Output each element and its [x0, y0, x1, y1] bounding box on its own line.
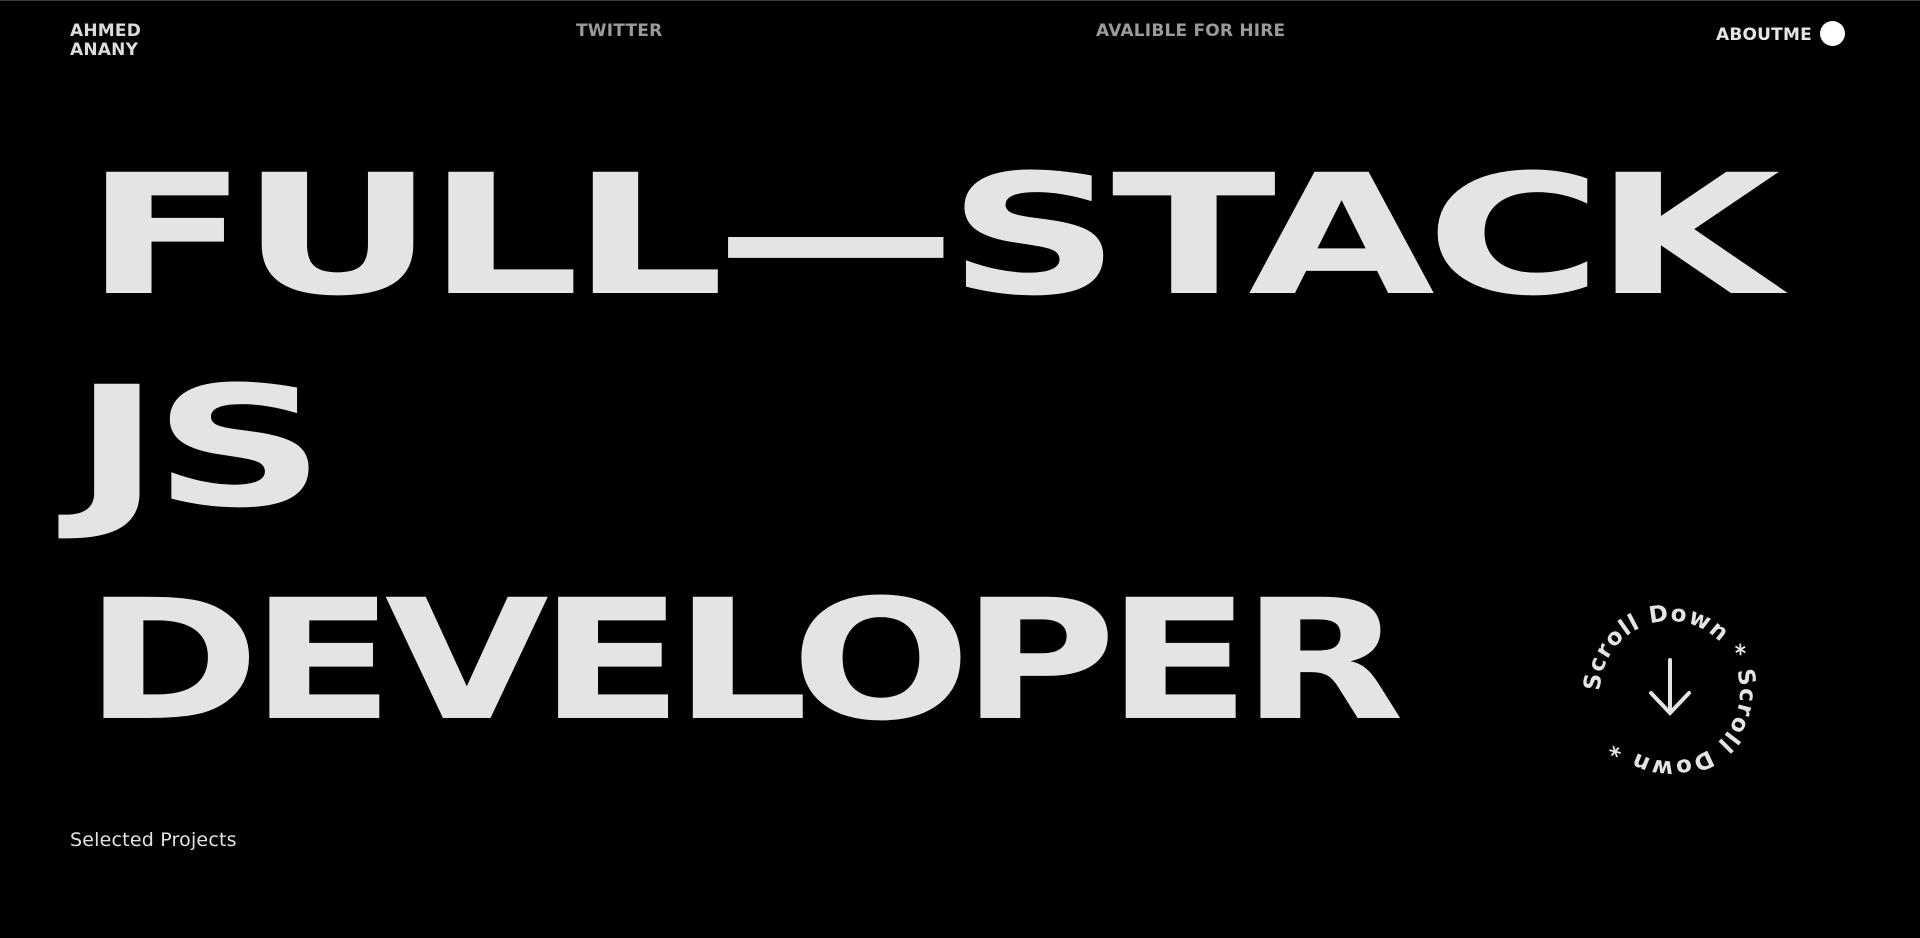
brand-name[interactable]: AHMED ANANY	[70, 22, 160, 60]
brand-first-name: AHMED	[70, 21, 142, 41]
hire-link[interactable]: AVALIBLE FOR HIRE	[1096, 22, 1285, 41]
about-me-label: ABOUTME	[1716, 25, 1812, 45]
brand-last-name: ANANY	[70, 40, 139, 60]
hero-title-line-2: JS	[72, 351, 326, 545]
selected-projects-heading: Selected Projects	[70, 829, 237, 851]
scroll-down-badge: Scroll Down * Scroll Down *	[1580, 600, 1759, 781]
scroll-down-button[interactable]: Scroll Down * Scroll Down *	[1579, 600, 1761, 782]
hero-title-line-3: DEVELOPER	[84, 564, 1404, 758]
twitter-link[interactable]: TWITTER	[576, 22, 662, 41]
hero-title-line-1: FULL—STACK	[84, 139, 1780, 333]
arrow-down-icon	[1649, 658, 1691, 716]
dot-icon	[1819, 21, 1845, 46]
about-me-link[interactable]: ABOUTME	[1716, 21, 1845, 46]
